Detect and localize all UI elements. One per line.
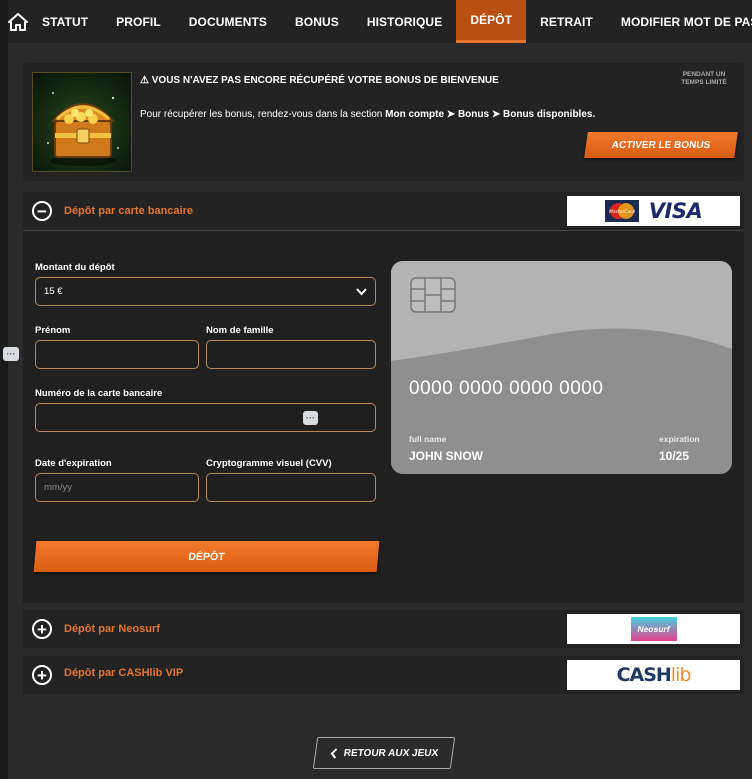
expiry-placeholder: mm/yy [44,482,72,493]
cvv-label: Cryptogramme visuel (CVV) [206,458,332,469]
cashlib-logo-text-b: lib [670,664,692,686]
card-number-preview: 0000 0000 0000 0000 [409,378,604,399]
activate-bonus-label: ACTIVER LE BONUS [611,139,711,151]
warning-icon: ⚠ [140,75,149,86]
limited-time-note: PENDANT UN TEMPS LIMITÉ [681,71,727,86]
firstname-field[interactable] [35,340,199,369]
firstname-label: Prénom [35,325,71,336]
card-name-value: JOHN SNOW [409,449,484,463]
section-card-label: Dépôt par carte bancaire [64,205,193,217]
section-divider [23,230,744,231]
chevron-down-icon [356,288,367,296]
account-page: STATUT PROFIL DOCUMENTS BONUS HISTORIQUE… [8,0,752,779]
section-neosurf-header[interactable]: + Dépôt par Neosurf Neosurf [23,610,744,648]
neosurf-logo-text: Neosurf [637,624,670,634]
visa-logo-text: VISA [648,199,703,223]
lastname-field[interactable] [206,340,376,369]
side-dots-icon[interactable]: ··· [3,347,19,361]
treasure-chest-image [32,72,132,172]
expiry-field[interactable]: mm/yy [35,473,199,502]
section-cashlib-header[interactable]: + Dépôt par CASHlib VIP CASH lib [23,656,744,694]
card-exp-value: 10/25 [659,449,690,463]
lastname-label: Nom de famille [206,325,274,336]
cashlib-logo-text-a: CASH [616,664,672,686]
card-preview: 0000 0000 0000 0000 full name JOHN SNOW … [391,261,732,474]
section-cashlib-label: Dépôt par CASHlib VIP [64,667,184,679]
tab-retrait[interactable]: RETRAIT [526,0,607,43]
tab-documents[interactable]: DOCUMENTS [175,0,281,43]
expiry-label: Date d'expiration [35,458,112,469]
section-card-header[interactable]: − Dépôt par carte bancaire MasterCard VI… [23,192,744,230]
amount-value: 15 € [44,286,63,297]
card-exp-caption: expiration [659,434,700,444]
deposit-submit-label: DÉPÔT [187,550,226,563]
bonus-desc-path: Mon compte ➤ Bonus ➤ Bonus disponibles. [385,109,596,120]
cvv-field[interactable] [206,473,376,502]
home-icon [8,12,28,31]
expand-icon: + [32,619,52,639]
home-button[interactable] [8,0,28,43]
collapse-sign: − [37,201,47,221]
chevron-left-icon [330,747,338,759]
bonus-description: Pour récupérer les bonus, rendez-vous da… [140,109,595,120]
bonus-title: ⚠ VOUS N'AVEZ PAS ENCORE RÉCUPÉRÉ VOTRE … [140,75,499,86]
left-strip [0,0,8,779]
bonus-banner: ⚠ VOUS N'AVEZ PAS ENCORE RÉCUPÉRÉ VOTRE … [23,63,744,181]
expand-icon: + [32,665,52,685]
account-nav: STATUT PROFIL DOCUMENTS BONUS HISTORIQUE… [8,0,752,43]
tab-statut[interactable]: STATUT [28,0,102,43]
bonus-title-text: VOUS N'AVEZ PAS ENCORE RÉCUPÉRÉ VOTRE BO… [151,75,499,86]
back-to-games-label: RETOUR AUX JEUX [342,747,440,759]
back-to-games-button[interactable]: RETOUR AUX JEUX [312,737,456,769]
tab-bonus[interactable]: BONUS [281,0,353,43]
bonus-desc-text: Pour récupérer les bonus, rendez-vous da… [140,109,386,120]
collapse-icon: − [32,201,52,221]
section-neosurf-label: Dépôt par Neosurf [64,623,160,635]
autofill-dots-icon[interactable]: ··· [303,411,318,425]
amount-label: Montant du dépôt [35,262,115,273]
cashlib-logo: CASH lib [567,660,740,690]
tab-modifier-mot-de-passe[interactable]: MODIFIER MOT DE PASSE [607,0,752,43]
tab-profil[interactable]: PROFIL [102,0,175,43]
mastercard-text: MasterCard [609,209,635,215]
mastercard-icon: MasterCard [604,200,639,222]
amount-select[interactable]: 15 € [35,277,376,306]
cardnum-label: Numéro de la carte bancaire [35,388,163,399]
card-name-caption: full name [409,434,447,444]
chip-icon [410,277,456,313]
expand-sign: + [37,665,47,685]
neosurf-badge: Neosurf [630,617,677,641]
cardnum-field[interactable]: ··· [35,403,376,432]
tab-depot[interactable]: DÉPÔT [456,0,527,43]
expand-sign: + [37,619,47,639]
neosurf-logo: Neosurf [567,614,740,644]
deposit-submit-button[interactable]: DÉPÔT [33,541,380,572]
activate-bonus-button[interactable]: ACTIVER LE BONUS [584,132,738,158]
tab-historique[interactable]: HISTORIQUE [353,0,456,43]
mastercard-visa-logo: MasterCard VISA [567,196,740,226]
